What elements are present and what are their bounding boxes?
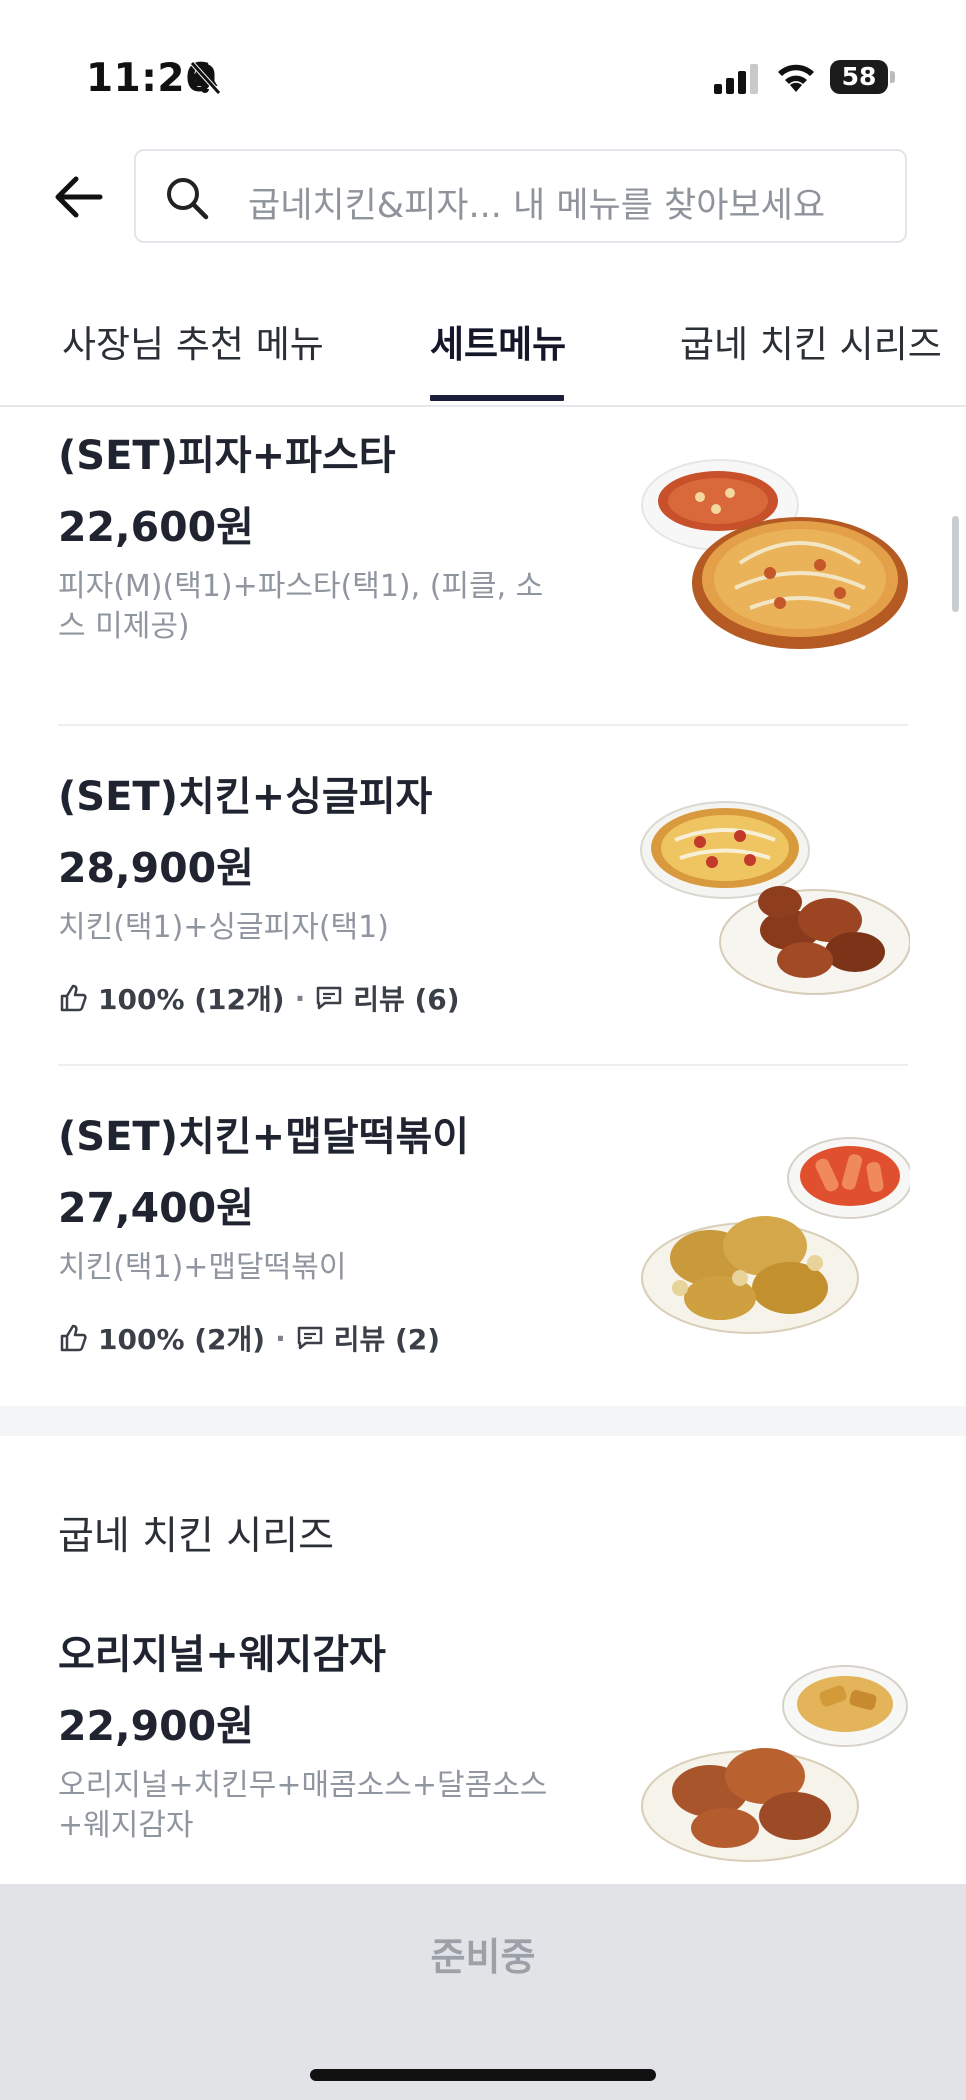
menu-item-rating: 100% (2개) · 리뷰 (2) [58, 1318, 440, 1358]
signal-icon [714, 64, 758, 94]
thumbs-up-icon [60, 984, 87, 1012]
search-placeholder: 굽네치킨&피자... 내 메뉴를 찾아보세요 [248, 186, 826, 226]
menu-item-price: 28,900원 [58, 844, 254, 892]
menu-item-image [641, 1137, 910, 1334]
preparing-button[interactable]: 준비중 [0, 1926, 966, 1981]
menu-item-name: 오리지널+웨지감자 [58, 1632, 386, 1678]
tab-owner-recommend[interactable]: 사장님 추천 메뉴 [62, 314, 324, 368]
thumbs-up-icon [60, 1324, 87, 1352]
menu-item-price: 27,400원 [58, 1184, 254, 1232]
review-bubble-icon [316, 986, 342, 1010]
like-percentage: 100% (12개) [98, 983, 285, 1016]
menu-item-description: 오리지널+치킨무+매콤소스+달콤소스+웨지감자 [58, 1768, 548, 1843]
review-bubble-icon [297, 1326, 322, 1350]
menu-item-name: (SET)치킨+맵달떡볶이 [58, 1114, 470, 1160]
menu-item-name: (SET)치킨+싱글피자 [58, 774, 433, 820]
menu-item-description: 피자(M)(택1)+파스타(택1), (피클, 소스 미제공) [58, 569, 544, 644]
battery-level: 58 [841, 62, 877, 91]
menu-item-image [641, 1665, 908, 1862]
menu-item-description: 치킨(택1)+맵달떡볶이 [58, 1250, 347, 1285]
menu-item-image [641, 459, 908, 649]
menu-item-image [640, 801, 910, 995]
review-count: 리뷰 (2) [333, 1323, 441, 1356]
menu-item[interactable]: (SET)피자+파스타 22,600원 피자(M)(택1)+파스타(택1), (… [0, 405, 966, 725]
review-count: 리뷰 (6) [353, 983, 460, 1016]
active-tab-indicator [430, 395, 564, 401]
status-bar: 11:26 58 [0, 0, 966, 150]
bell-slash-icon [190, 61, 221, 95]
bottom-action-bar: 준비중 [0, 1884, 966, 2100]
menu-item-name: (SET)피자+파스타 [58, 433, 396, 479]
section-title: 굽네 치킨 시리즈 [58, 1514, 334, 1559]
section-separator [0, 1406, 966, 1436]
battery-icon: 58 [830, 60, 895, 94]
menu-item[interactable]: (SET)치킨+싱글피자 28,900원 치킨(택1)+싱글피자(택1) 100… [0, 726, 966, 1066]
back-arrow-icon[interactable] [52, 172, 106, 222]
tab-set-menu[interactable]: 세트메뉴 [430, 314, 566, 368]
menu-item-rating: 100% (12개) · 리뷰 (6) [58, 978, 460, 1018]
search-icon [167, 178, 209, 220]
menu-item[interactable]: 오리지널+웨지감자 22,900원 오리지널+치킨무+매콤소스+달콤소스+웨지감… [0, 1600, 966, 1884]
menu-item-price: 22,600원 [58, 503, 254, 551]
tab-goobne-chicken-series[interactable]: 굽네 치킨 시리즈 [680, 314, 942, 368]
menu-item-description: 치킨(택1)+싱글피자(택1) [58, 910, 389, 945]
menu-item[interactable]: (SET)치킨+맵달떡볶이 27,400원 치킨(택1)+맵달떡볶이 100% … [0, 1066, 966, 1406]
category-tabs: 사장님 추천 메뉴 세트메뉴 굽네 치킨 시리즈 [0, 270, 966, 407]
wifi-icon [778, 64, 814, 92]
like-percentage: 100% (2개) [98, 1323, 266, 1356]
menu-item-price: 22,900원 [58, 1702, 254, 1750]
search-input[interactable]: 굽네치킨&피자... 내 메뉴를 찾아보세요 [134, 149, 907, 243]
home-indicator [310, 2069, 656, 2081]
